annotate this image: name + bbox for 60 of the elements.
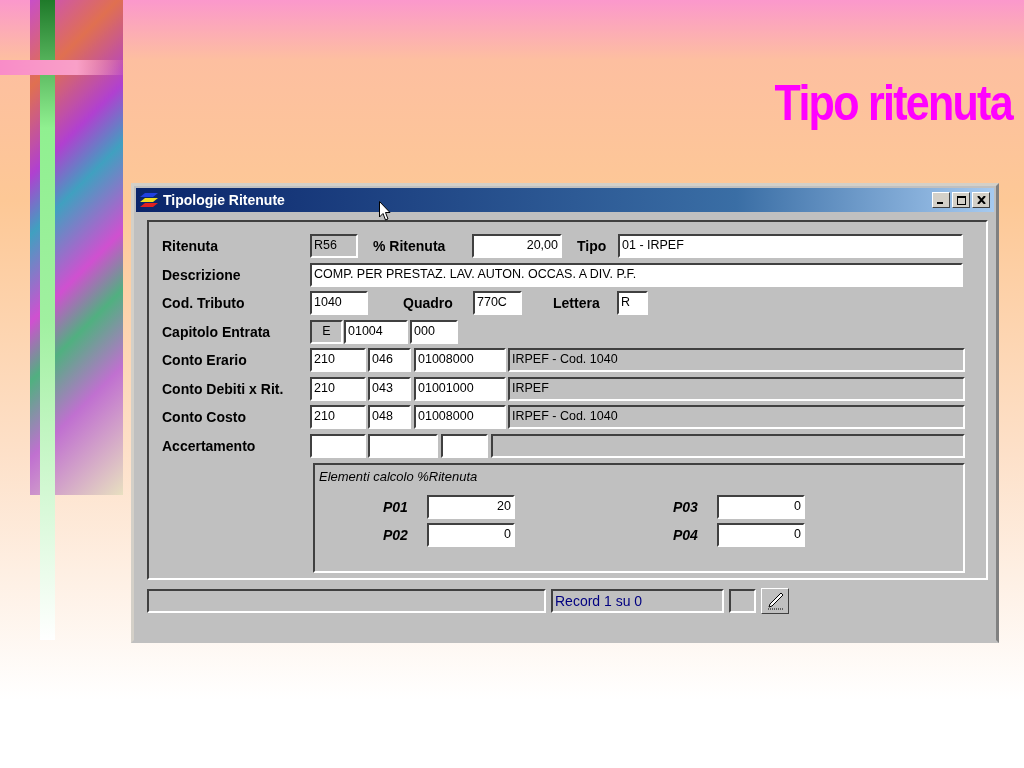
text-field[interactable]: R56	[310, 234, 358, 259]
text-field[interactable]: 01008000	[414, 348, 506, 373]
field-label: Lettera	[553, 295, 601, 312]
field-label: Ritenuta	[162, 238, 219, 255]
text-field[interactable]: IRPEF - Cod. 1040	[508, 405, 965, 430]
text-field[interactable]: IRPEF - Cod. 1040	[508, 348, 965, 373]
field-label: Cod. Tributo	[162, 295, 246, 312]
pointer-icon	[379, 201, 391, 221]
text-field[interactable]: 043	[368, 376, 411, 401]
text-field[interactable]: 046	[368, 348, 411, 373]
text-field[interactable]: R	[617, 291, 648, 316]
field-label: P02	[383, 527, 409, 543]
field-label: Conto Erario	[162, 352, 248, 369]
slide-title: Tipo ritenuta	[774, 74, 1012, 132]
text-field[interactable]: 0	[427, 523, 515, 547]
text-field[interactable]: 01004	[344, 319, 408, 344]
pen-icon	[766, 592, 784, 610]
status-panel	[729, 589, 756, 613]
field-label: Accertamento	[162, 437, 257, 454]
maximize-button[interactable]	[952, 192, 970, 208]
close-icon	[976, 196, 986, 204]
text-field[interactable]: 01001000	[414, 376, 506, 401]
field-label: P01	[383, 499, 409, 515]
text-field[interactable]: 210	[310, 376, 366, 401]
text-field[interactable]: 20,00	[472, 234, 562, 259]
text-field[interactable]	[491, 433, 965, 458]
text-field[interactable]: 0	[717, 523, 805, 547]
text-field[interactable]: 0	[717, 495, 805, 519]
pen-button[interactable]	[761, 588, 789, 614]
app-icon	[140, 193, 158, 207]
field-label: Capitolo Entrata	[162, 323, 272, 340]
text-field[interactable]: 01 - IRPEF	[618, 234, 963, 259]
group-title: Elementi calcolo %Ritenuta	[319, 469, 478, 484]
text-field[interactable]	[368, 433, 438, 458]
text-field[interactable]: 01008000	[414, 405, 506, 430]
text-field[interactable]: 210	[310, 348, 366, 373]
field-label: P03	[673, 499, 699, 515]
field-label: Conto Costo	[162, 409, 247, 426]
text-field[interactable]	[441, 433, 488, 458]
record-counter: Record 1 su 0	[551, 589, 724, 613]
text-field[interactable]: E	[310, 319, 343, 344]
text-field[interactable]: IRPEF	[508, 376, 965, 401]
text-field[interactable]: 20	[427, 495, 515, 519]
field-label: Tipo	[577, 238, 608, 255]
text-field[interactable]: 770C	[473, 291, 522, 316]
text-field[interactable]: 048	[368, 405, 411, 430]
text-field[interactable]: 210	[310, 405, 366, 430]
field-label: % Ritenuta	[373, 238, 447, 255]
close-button[interactable]	[972, 192, 990, 208]
field-label: P04	[673, 527, 699, 543]
text-field[interactable]: 000	[410, 319, 458, 344]
minimize-button[interactable]	[932, 192, 950, 208]
text-field[interactable]	[310, 433, 366, 458]
text-field[interactable]: COMP. PER PRESTAZ. LAV. AUTON. OCCAS. A DIV. P.F.	[310, 262, 963, 287]
field-label: Descrizione	[162, 266, 242, 283]
field-label: Quadro	[403, 295, 454, 312]
field-label: Conto Debiti x Rit.	[162, 380, 285, 397]
window-title: Tipologie Ritenute	[163, 192, 285, 208]
maximize-icon	[956, 195, 966, 205]
text-field[interactable]: 1040	[310, 291, 368, 316]
